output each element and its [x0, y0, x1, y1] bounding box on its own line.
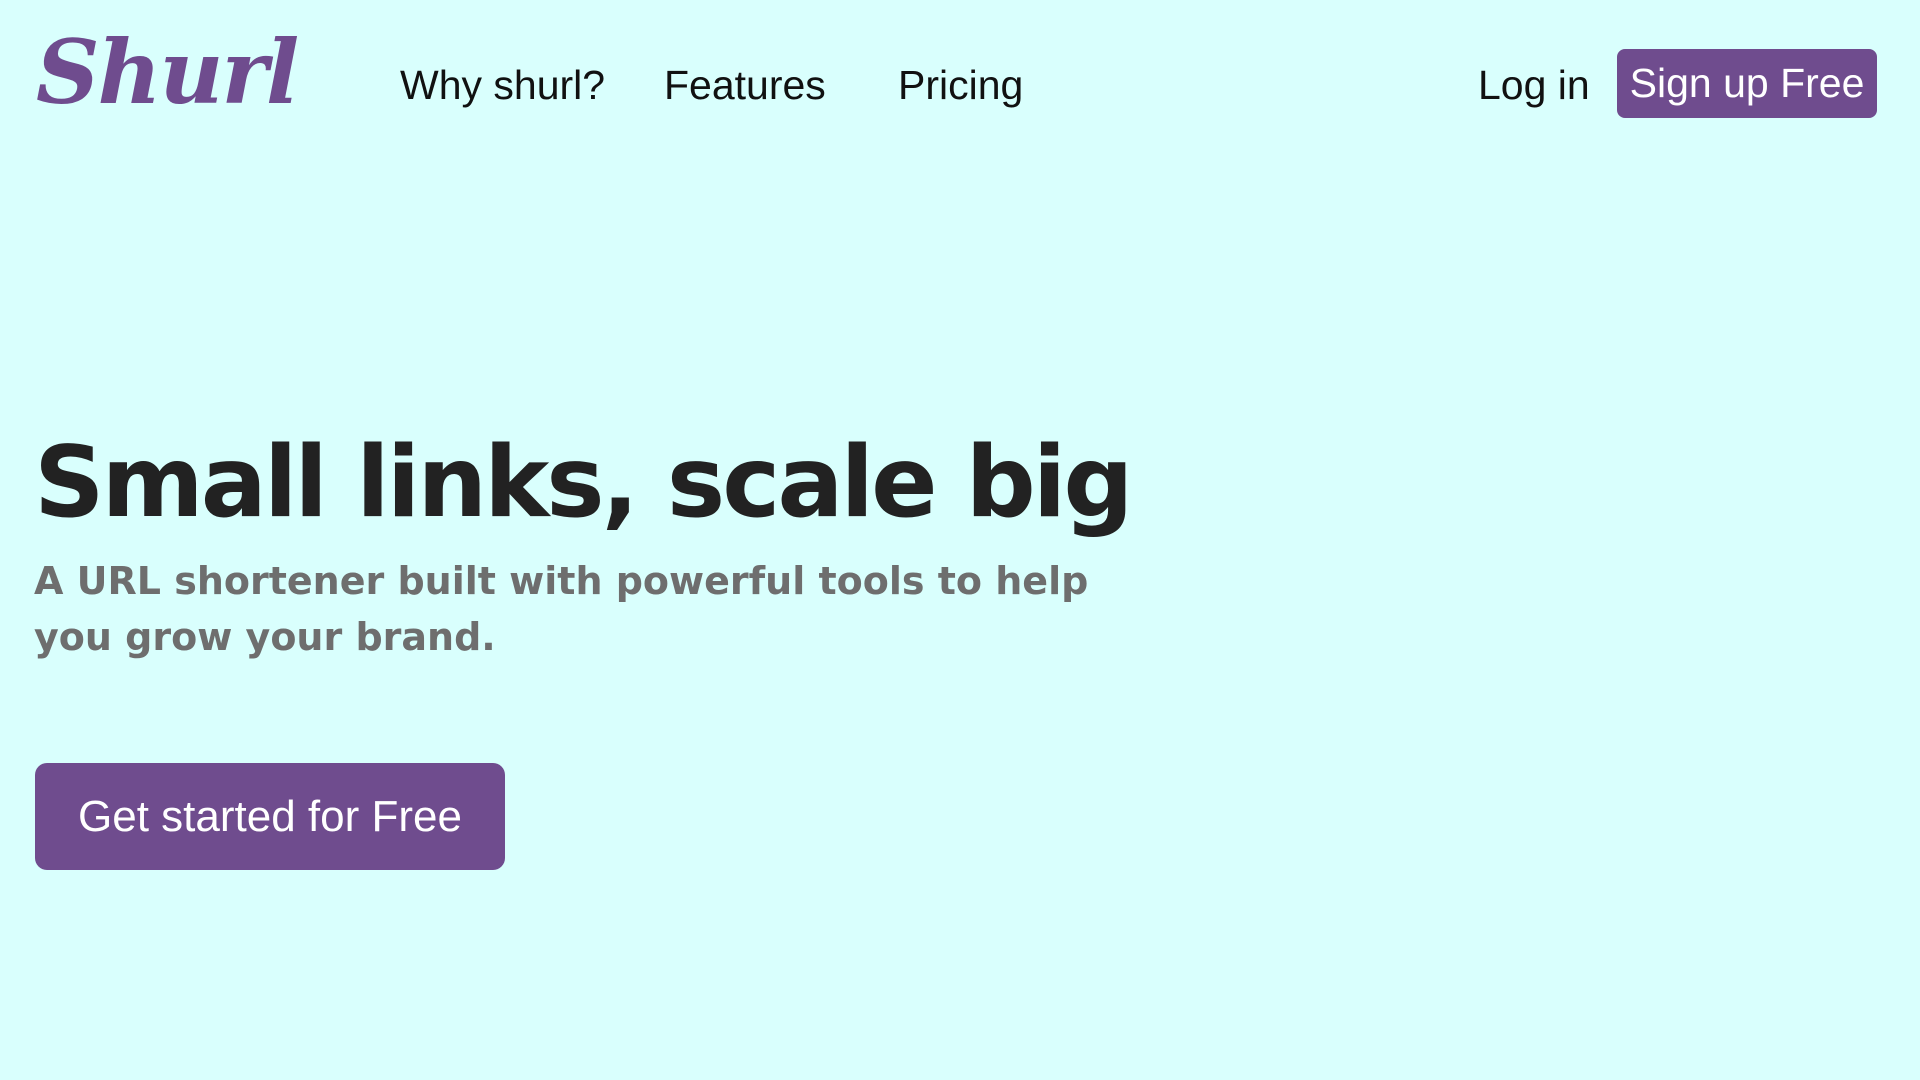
nav-link-features[interactable]: Features — [664, 60, 826, 110]
hero-subtitle: A URL shortener built with powerful tool… — [34, 559, 1089, 659]
hero-title: Small links, scale big — [34, 426, 1134, 540]
login-link[interactable]: Log in — [1478, 60, 1590, 110]
shurl-logo[interactable]: Shurl — [36, 28, 299, 116]
top-navigation-bar: Shurl Why shurl? Features Pricing Log in… — [0, 0, 1920, 170]
get-started-button[interactable]: Get started for Free — [35, 763, 505, 870]
signup-button[interactable]: Sign up Free — [1617, 49, 1877, 118]
nav-link-why-shurl[interactable]: Why shurl? — [400, 60, 605, 110]
nav-link-pricing[interactable]: Pricing — [898, 60, 1023, 110]
